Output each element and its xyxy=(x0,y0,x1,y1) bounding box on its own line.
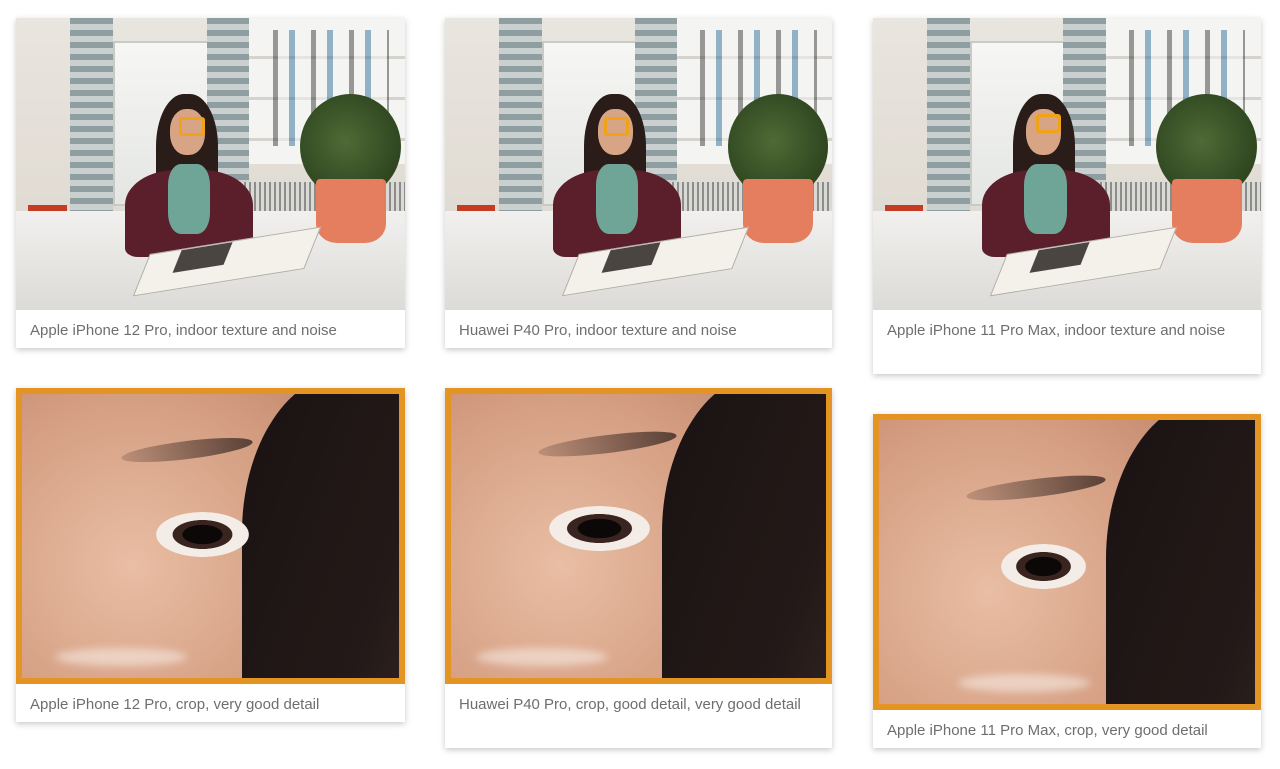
crop-frame xyxy=(16,388,405,684)
crop-photo[interactable] xyxy=(16,388,405,684)
photo-card-p40pro-scene[interactable]: Huawei P40 Pro, indoor texture and noise xyxy=(445,18,832,348)
photo-caption: Apple iPhone 11 Pro Max, crop, very good… xyxy=(887,722,1208,739)
photo-caption: Apple iPhone 12 Pro, crop, very good det… xyxy=(30,696,320,713)
photo-card-iphone11promax-scene[interactable]: Apple iPhone 11 Pro Max, indoor texture … xyxy=(873,18,1261,374)
scene-photo[interactable] xyxy=(445,18,832,310)
photo-caption: Huawei P40 Pro, crop, good detail, very … xyxy=(459,696,801,713)
photo-caption: Huawei P40 Pro, indoor texture and noise xyxy=(459,322,737,339)
crop-frame xyxy=(445,388,832,684)
photo-caption: Apple iPhone 11 Pro Max, indoor texture … xyxy=(887,322,1226,339)
crop-marker xyxy=(1035,114,1062,134)
scene-photo[interactable] xyxy=(873,18,1261,310)
crop-photo[interactable] xyxy=(445,388,832,684)
photo-card-iphone12pro-scene[interactable]: Apple iPhone 12 Pro, indoor texture and … xyxy=(16,18,405,348)
crop-marker xyxy=(603,117,629,137)
crop-marker xyxy=(179,117,205,137)
photo-card-p40pro-crop[interactable]: Huawei P40 Pro, crop, good detail, very … xyxy=(445,388,832,748)
crop-photo[interactable] xyxy=(873,414,1261,710)
photo-card-iphone12pro-crop[interactable]: Apple iPhone 12 Pro, crop, very good det… xyxy=(16,388,405,722)
photo-caption: Apple iPhone 12 Pro, indoor texture and … xyxy=(30,322,337,339)
photo-card-iphone11promax-crop[interactable]: Apple iPhone 11 Pro Max, crop, very good… xyxy=(873,414,1261,748)
scene-photo[interactable] xyxy=(16,18,405,310)
crop-frame xyxy=(873,414,1261,710)
